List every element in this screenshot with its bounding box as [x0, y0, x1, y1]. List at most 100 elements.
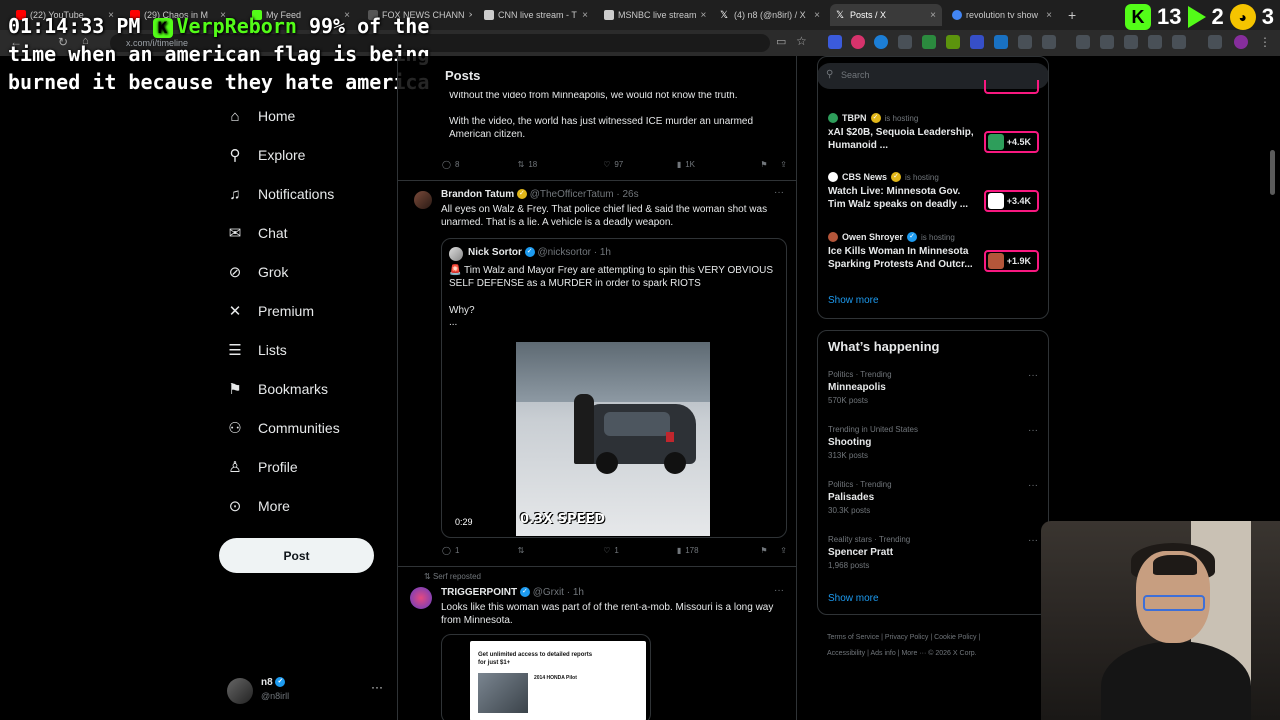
repost-button[interactable]: ⇅	[518, 546, 604, 555]
avatar	[828, 232, 838, 242]
extension-icon[interactable]	[970, 35, 984, 49]
video-player[interactable]: 0.3X SPEED	[516, 342, 710, 536]
devtools-icon[interactable]	[1124, 35, 1138, 49]
extension-icon[interactable]	[851, 35, 865, 49]
like-button[interactable]: ♡ 97	[603, 160, 677, 169]
extension-icon[interactable]	[994, 35, 1008, 49]
extension-icon[interactable]	[898, 35, 912, 49]
menu-dots-icon[interactable]: ⋮	[1258, 35, 1272, 49]
trend-item[interactable]: Trending in United States Shooting 313K …	[828, 425, 1038, 460]
reply-button[interactable]: ◯ 8	[442, 160, 518, 169]
tweet-time[interactable]: · 26s	[616, 189, 638, 200]
account-switcher[interactable]: n8 ✓ @n8irll ···	[227, 676, 387, 706]
browser-tab-active[interactable]: 𝕏 Posts / X ×	[830, 4, 942, 26]
close-icon[interactable]: ×	[1046, 10, 1052, 21]
bookmark-icon[interactable]: ⚑	[760, 546, 780, 555]
mask-icon: ◕	[1229, 4, 1256, 30]
more-dots-icon[interactable]: ···	[774, 585, 784, 596]
extension-icon[interactable]	[1018, 35, 1032, 49]
tweet-time[interactable]: · 1h	[567, 587, 584, 598]
viewer-count: 13	[1157, 4, 1182, 29]
close-icon[interactable]: ×	[701, 10, 707, 21]
download-icon[interactable]	[1172, 35, 1186, 49]
more-dots-icon[interactable]: ···	[371, 680, 383, 694]
extension-icon[interactable]	[1208, 35, 1222, 49]
live-count-pill[interactable]: +1.9K	[984, 250, 1039, 272]
avatar	[988, 253, 1004, 269]
live-item[interactable]: Owen Shroyer ✓ is hosting Ice Kills Woman …	[828, 232, 978, 271]
profile-avatar-icon[interactable]	[1234, 35, 1248, 49]
extension-icon[interactable]	[946, 35, 960, 49]
extension-icon[interactable]	[828, 35, 842, 49]
history-icon[interactable]	[1076, 35, 1090, 49]
repost-icon: ⇅	[517, 160, 525, 169]
repost-button[interactable]: ⇅ 18	[518, 160, 604, 169]
overlay-message: burned it because they hate america	[8, 70, 430, 94]
nav-item-explore[interactable]: ⚲ Explore	[226, 143, 306, 167]
extension-icon[interactable]	[874, 35, 888, 49]
nav-item-notifications[interactable]: ♫ Notifications	[226, 182, 334, 206]
scrollbar[interactable]	[1270, 150, 1275, 195]
trend-item[interactable]: Reality stars · Trending Spencer Pratt 1…	[828, 535, 1038, 570]
author-name[interactable]: Brandon Tatum	[441, 189, 514, 200]
show-more-link[interactable]: Show more	[828, 295, 879, 306]
account-handle: @n8irll	[261, 691, 290, 701]
avatar	[227, 678, 253, 704]
more-dots-icon[interactable]: ···	[774, 187, 784, 198]
browser-tab[interactable]: 𝕏 (4) n8 (@n8irl) / X ×	[714, 4, 826, 26]
browser-tab[interactable]: revolution tv show ×	[946, 4, 1058, 26]
sidebar-icon[interactable]	[1148, 35, 1162, 49]
close-icon[interactable]: ×	[469, 10, 472, 21]
puzzle-icon[interactable]	[1042, 35, 1056, 49]
like-button[interactable]: ♡ 1	[603, 546, 677, 555]
close-icon[interactable]: ×	[814, 10, 820, 21]
nav-item-more[interactable]: ⊙ More	[226, 494, 290, 518]
page-title: Posts	[398, 56, 796, 92]
close-icon[interactable]: ×	[582, 10, 588, 21]
views-button[interactable]: ▮ 1K	[677, 160, 761, 169]
footer-links[interactable]: Terms of Service | Privacy Policy | Cook…	[827, 630, 1037, 662]
extension-icon[interactable]	[1100, 35, 1114, 49]
nav-item-communities[interactable]: ⚇ Communities	[226, 416, 339, 440]
nav-item-profile[interactable]: ♙ Profile	[226, 455, 297, 479]
install-icon[interactable]: ▭	[776, 35, 786, 48]
overlay-message: 99% of the	[308, 14, 430, 38]
timeline[interactable]: Posts Without the video from Minneapolis…	[397, 56, 797, 720]
nav-item-bookmarks[interactable]: ⚑ Bookmarks	[226, 377, 328, 401]
share-icon[interactable]: ⇪	[780, 160, 787, 169]
more-dots-icon[interactable]: ···	[1028, 535, 1038, 546]
avatar[interactable]	[410, 587, 432, 609]
nav-item-chat[interactable]: ✉ Chat	[226, 221, 288, 245]
post-button[interactable]: Post	[219, 538, 374, 573]
more-dots-icon[interactable]: ···	[1028, 480, 1038, 491]
nav-item-home[interactable]: ⌂ Home	[226, 104, 295, 128]
live-count-pill[interactable]: +4.5K	[984, 131, 1039, 153]
live-item[interactable]: TBPN ✓ is hosting xAI $20B, Sequoia Leader…	[828, 113, 978, 152]
live-count-pill[interactable]: +3.4K	[984, 190, 1039, 212]
share-icon[interactable]: ⇪	[780, 546, 787, 555]
repost-label[interactable]: Serf reposted	[433, 572, 481, 581]
views-button[interactable]: ▮ 178	[677, 546, 761, 555]
communities-icon: ⚇	[228, 420, 242, 437]
trend-item[interactable]: Politics · Trending Minneapolis 570K pos…	[828, 370, 1038, 405]
live-item[interactable]: CBS News ✓ is hosting Watch Live: Minnesot…	[828, 172, 978, 211]
reply-button[interactable]: ◯ 1	[442, 546, 518, 555]
more-dots-icon[interactable]: ···	[1028, 425, 1038, 436]
nav-item-premium[interactable]: ✕ Premium	[226, 299, 314, 323]
avatar[interactable]	[414, 191, 432, 209]
browser-tab[interactable]: MSNBC live stream ×	[598, 4, 710, 26]
show-more-link[interactable]: Show more	[828, 593, 879, 604]
more-dots-icon[interactable]: ···	[1028, 370, 1038, 381]
author-handle[interactable]: @Grxit	[533, 587, 564, 598]
extension-icon[interactable]	[922, 35, 936, 49]
bookmark-star-icon[interactable]: ☆	[796, 34, 807, 48]
trend-item[interactable]: Politics · Trending Palisades 30.3K post…	[828, 480, 1038, 515]
browser-tab[interactable]: CNN live stream - T ×	[478, 4, 594, 26]
author-name[interactable]: TRIGGERPOINT	[441, 587, 517, 598]
nav-item-lists[interactable]: ☰ Lists	[226, 338, 287, 362]
bookmark-icon[interactable]: ⚑	[760, 160, 780, 169]
close-icon[interactable]: ×	[930, 10, 936, 21]
new-tab-button[interactable]: +	[1062, 4, 1082, 26]
nav-item-grok[interactable]: ⊘ Grok	[226, 260, 289, 284]
author-handle[interactable]: @TheOfficerTatum	[530, 189, 614, 200]
